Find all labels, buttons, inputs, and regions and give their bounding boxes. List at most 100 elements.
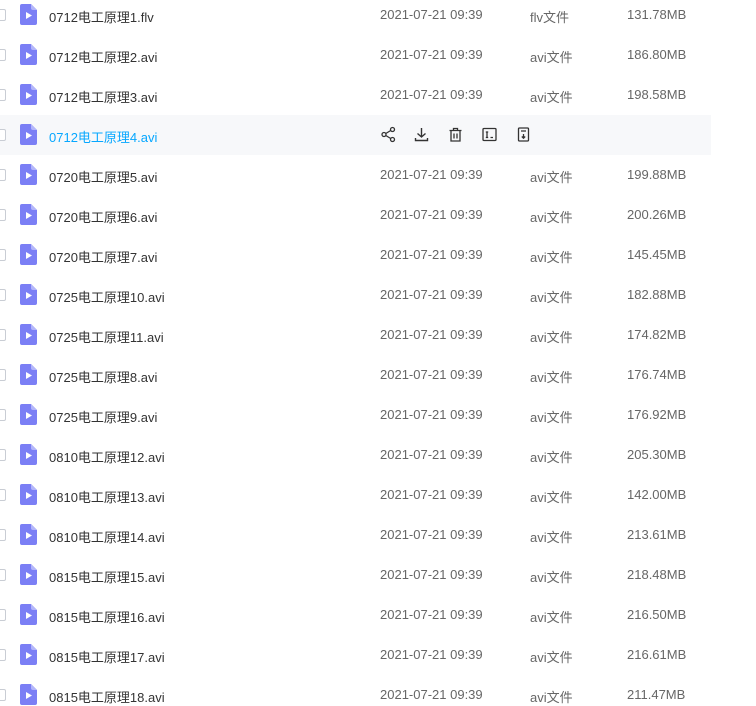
share-icon[interactable]: [380, 126, 397, 143]
video-file-icon: [20, 484, 37, 505]
row-checkbox[interactable]: [0, 569, 6, 581]
file-size: 218.48MB: [627, 567, 687, 582]
row-checkbox[interactable]: [0, 649, 6, 661]
file-name[interactable]: 0815电工原理18.avi: [49, 687, 165, 706]
row-checkbox[interactable]: [0, 129, 6, 141]
file-row-9[interactable]: 0725电工原理11.avi 2021-07-21 09:39 avi文件 17…: [0, 315, 711, 355]
row-checkbox[interactable]: [0, 9, 6, 21]
file-modified-date: 2021-07-21 09:39: [380, 567, 483, 582]
file-type: avi文件: [530, 690, 573, 705]
row-checkbox[interactable]: [0, 329, 6, 341]
file-name[interactable]: 0720电工原理5.avi: [49, 167, 157, 186]
video-file-icon: [20, 444, 37, 465]
row-checkbox[interactable]: [0, 209, 6, 221]
file-name[interactable]: 0815电工原理17.avi: [49, 647, 165, 666]
file-row-18[interactable]: 0815电工原理18.avi 2021-07-21 09:39 avi文件 21…: [0, 675, 711, 706]
file-size: 142.00MB: [627, 487, 687, 502]
row-checkbox[interactable]: [0, 689, 6, 701]
file-row-17[interactable]: 0815电工原理17.avi 2021-07-21 09:39 avi文件 21…: [0, 635, 711, 675]
file-name[interactable]: 0810电工原理12.avi: [49, 447, 165, 466]
file-size: 199.88MB: [627, 167, 687, 182]
file-row-10[interactable]: 0725电工原理8.avi 2021-07-21 09:39 avi文件 176…: [0, 355, 711, 395]
file-type: avi文件: [530, 490, 573, 505]
file-name[interactable]: 0712电工原理1.flv: [49, 7, 154, 26]
file-type: avi文件: [530, 410, 573, 425]
file-modified-date: 2021-07-21 09:39: [380, 167, 483, 182]
file-size: 200.26MB: [627, 207, 687, 222]
file-name[interactable]: 0725电工原理11.avi: [49, 327, 164, 346]
file-name[interactable]: 0712电工原理2.avi: [49, 47, 157, 66]
file-row-15[interactable]: 0815电工原理15.avi 2021-07-21 09:39 avi文件 21…: [0, 555, 711, 595]
file-size: 213.61MB: [627, 527, 687, 542]
file-modified-date: 2021-07-21 09:39: [380, 327, 483, 342]
file-modified-date: 2021-07-21 09:39: [380, 447, 483, 462]
file-modified-date: 2021-07-21 09:39: [380, 87, 483, 102]
more-icon[interactable]: [515, 126, 532, 143]
file-row-5[interactable]: 0720电工原理5.avi 2021-07-21 09:39 avi文件 199…: [0, 155, 711, 195]
file-name[interactable]: 0725电工原理8.avi: [49, 367, 157, 386]
file-row-2[interactable]: 0712电工原理2.avi 2021-07-21 09:39 avi文件 186…: [0, 35, 711, 75]
row-checkbox[interactable]: [0, 529, 6, 541]
row-checkbox[interactable]: [0, 289, 6, 301]
file-name[interactable]: 0725电工原理9.avi: [49, 407, 157, 426]
file-name[interactable]: 0815电工原理15.avi: [49, 567, 165, 586]
file-name[interactable]: 0720电工原理7.avi: [49, 247, 157, 266]
file-name[interactable]: 0712电工原理3.avi: [49, 87, 157, 106]
video-file-icon: [20, 164, 37, 185]
file-name[interactable]: 0815电工原理16.avi: [49, 607, 165, 626]
video-file-icon: [20, 44, 37, 65]
row-checkbox[interactable]: [0, 609, 6, 621]
file-row-11[interactable]: 0725电工原理9.avi 2021-07-21 09:39 avi文件 176…: [0, 395, 711, 435]
file-row-12[interactable]: 0810电工原理12.avi 2021-07-21 09:39 avi文件 20…: [0, 435, 711, 475]
file-type: avi文件: [530, 330, 573, 345]
file-modified-date: 2021-07-21 09:39: [380, 647, 483, 662]
row-checkbox[interactable]: [0, 369, 6, 381]
row-checkbox[interactable]: [0, 449, 6, 461]
video-file-icon: [20, 404, 37, 425]
download-icon[interactable]: [413, 126, 430, 143]
file-size: 145.45MB: [627, 247, 687, 262]
file-row-1[interactable]: 0712电工原理1.flv 2021-07-21 09:39 flv文件 131…: [0, 0, 711, 35]
file-type: avi文件: [530, 90, 573, 105]
file-type: avi文件: [530, 570, 573, 585]
video-file-icon: [20, 604, 37, 625]
video-file-icon: [20, 124, 37, 145]
file-row-6[interactable]: 0720电工原理6.avi 2021-07-21 09:39 avi文件 200…: [0, 195, 711, 235]
file-name[interactable]: 0810电工原理14.avi: [49, 527, 165, 546]
file-type: avi文件: [530, 50, 573, 65]
file-type: avi文件: [530, 650, 573, 665]
file-size: 198.58MB: [627, 87, 687, 102]
video-file-icon: [20, 644, 37, 665]
file-type: avi文件: [530, 450, 573, 465]
video-file-icon: [20, 84, 37, 105]
file-row-8[interactable]: 0725电工原理10.avi 2021-07-21 09:39 avi文件 18…: [0, 275, 711, 315]
row-checkbox[interactable]: [0, 169, 6, 181]
file-type: avi文件: [530, 210, 573, 225]
file-size: 176.74MB: [627, 367, 687, 382]
file-type: flv文件: [530, 10, 570, 25]
file-row-16[interactable]: 0815电工原理16.avi 2021-07-21 09:39 avi文件 21…: [0, 595, 711, 635]
delete-icon[interactable]: [447, 126, 464, 143]
video-file-icon: [20, 4, 37, 25]
rename-icon[interactable]: [481, 126, 498, 143]
file-type: avi文件: [530, 530, 573, 545]
row-checkbox[interactable]: [0, 489, 6, 501]
file-name[interactable]: 0720电工原理6.avi: [49, 207, 157, 226]
file-type: avi文件: [530, 290, 573, 305]
row-checkbox[interactable]: [0, 249, 6, 261]
file-name[interactable]: 0725电工原理10.avi: [49, 287, 165, 306]
file-row-3[interactable]: 0712电工原理3.avi 2021-07-21 09:39 avi文件 198…: [0, 75, 711, 115]
file-row-7[interactable]: 0720电工原理7.avi 2021-07-21 09:39 avi文件 145…: [0, 235, 711, 275]
row-checkbox[interactable]: [0, 409, 6, 421]
file-row-14[interactable]: 0810电工原理14.avi 2021-07-21 09:39 avi文件 21…: [0, 515, 711, 555]
row-checkbox[interactable]: [0, 89, 6, 101]
file-row-13[interactable]: 0810电工原理13.avi 2021-07-21 09:39 avi文件 14…: [0, 475, 711, 515]
file-size: 176.92MB: [627, 407, 687, 422]
file-name[interactable]: 0712电工原理4.avi: [49, 127, 157, 146]
row-checkbox[interactable]: [0, 49, 6, 61]
file-name[interactable]: 0810电工原理13.avi: [49, 487, 165, 506]
file-row-4[interactable]: 0712电工原理4.avi: [0, 115, 711, 155]
video-file-icon: [20, 524, 37, 545]
file-size: 216.61MB: [627, 647, 687, 662]
file-list: 0712电工原理1.flv 2021-07-21 09:39 flv文件 131…: [0, 0, 756, 705]
